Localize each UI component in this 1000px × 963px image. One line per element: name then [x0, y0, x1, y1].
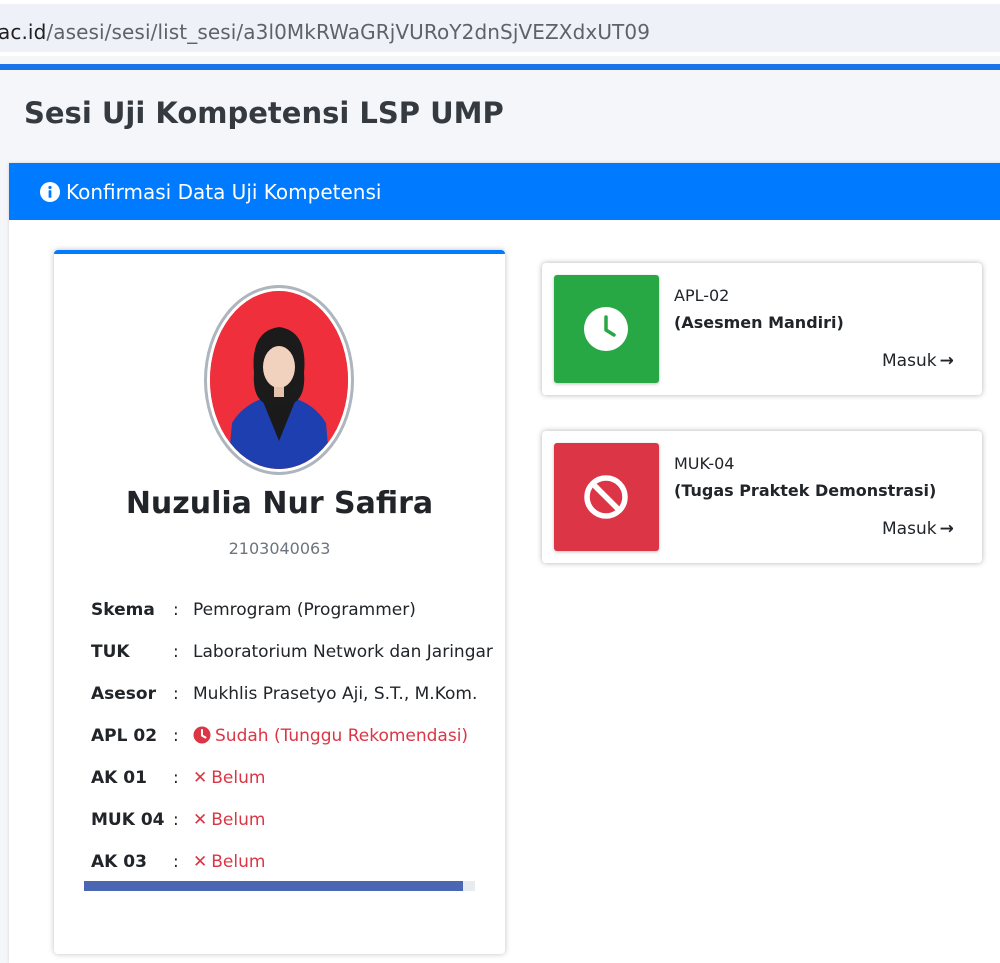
ban-icon	[584, 475, 628, 519]
address-field[interactable]: ac.id/asesi/sesi/list_sesi/a3l0MkRWaGRjV…	[0, 4, 1000, 52]
page-title: Sesi Uji Kompetensi LSP UMP	[24, 96, 504, 130]
url-path: /asesi/sesi/list_sesi/a3l0MkRWaGRjVURoY2…	[46, 20, 651, 44]
status-text: Belum	[211, 768, 266, 788]
task-card-apl02[interactable]: APL-02 (Asesmen Mandiri) Masuk →	[542, 263, 982, 395]
masuk-link-label: Masuk	[882, 519, 937, 539]
info-circle-icon	[40, 182, 60, 202]
info-label: AK 03	[91, 852, 147, 872]
task-name: (Asesmen Mandiri)	[674, 313, 844, 332]
task-icon-box	[554, 443, 659, 551]
status-text: Belum	[211, 852, 266, 872]
masuk-link[interactable]: Masuk →	[882, 351, 954, 371]
x-icon: ✕	[193, 852, 208, 872]
info-value: Laboratorium Network dan Jaringar	[193, 642, 493, 662]
info-label: AK 01	[91, 768, 147, 788]
browser-address-bar[interactable]: ac.id/asesi/sesi/list_sesi/a3l0MkRWaGRjV…	[0, 0, 1000, 56]
task-card-muk04[interactable]: MUK-04 (Tugas Praktek Demonstrasi) Masuk…	[542, 431, 982, 563]
url-text[interactable]: ac.id/asesi/sesi/list_sesi/a3l0MkRWaGRjV…	[0, 20, 650, 44]
card-header-title: Konfirmasi Data Uji Kompetensi	[66, 180, 382, 204]
info-label: Asesor	[91, 684, 156, 704]
profile-nim: 2103040063	[228, 539, 331, 558]
info-colon: :	[173, 684, 179, 704]
info-colon: :	[173, 810, 179, 830]
task-icon-box	[554, 275, 659, 383]
info-colon: :	[173, 642, 179, 662]
info-colon: :	[173, 768, 179, 788]
url-domain: ac.id	[0, 20, 47, 44]
info-colon: :	[173, 600, 179, 620]
progress-bar	[84, 881, 475, 891]
task-code: APL-02	[674, 286, 730, 305]
x-icon: ✕	[193, 810, 208, 830]
avatar-photo	[210, 291, 348, 469]
status-not-done: ✕ Belum	[193, 852, 265, 872]
status-not-done: ✕ Belum	[193, 768, 265, 788]
arrow-right-icon: →	[939, 351, 954, 371]
arrow-right-icon: →	[939, 519, 954, 539]
profile-card: Nuzulia Nur Safira 2103040063 Skema : Pe…	[54, 250, 505, 954]
task-code: MUK-04	[674, 454, 735, 473]
card-header: Konfirmasi Data Uji Kompetensi	[9, 163, 1000, 220]
info-value: Mukhlis Prasetyo Aji, S.T., M.Kom.	[193, 684, 478, 704]
info-label: Skema	[91, 600, 155, 620]
status-not-done: ✕ Belum	[193, 810, 265, 830]
clock-icon	[584, 307, 628, 351]
task-name: (Tugas Praktek Demonstrasi)	[674, 481, 937, 500]
info-label: APL 02	[91, 726, 158, 746]
info-value: Pemrogram (Programmer)	[193, 600, 416, 620]
clock-icon	[193, 726, 211, 744]
info-label: MUK 04	[91, 810, 165, 830]
info-label: TUK	[91, 642, 130, 662]
status-text: Sudah (Tunggu Rekomendasi)	[215, 726, 469, 746]
info-colon: :	[173, 852, 179, 872]
status-text: Belum	[211, 810, 266, 830]
masuk-link-label: Masuk	[882, 351, 937, 371]
info-colon: :	[173, 726, 179, 746]
status-waiting: Sudah (Tunggu Rekomendasi)	[193, 726, 468, 746]
progress-fill	[84, 881, 464, 891]
x-icon: ✕	[193, 768, 208, 788]
profile-name: Nuzulia Nur Safira	[125, 486, 434, 521]
avatar	[204, 285, 354, 475]
person-photo-icon	[210, 291, 348, 469]
masuk-link[interactable]: Masuk →	[882, 519, 954, 539]
